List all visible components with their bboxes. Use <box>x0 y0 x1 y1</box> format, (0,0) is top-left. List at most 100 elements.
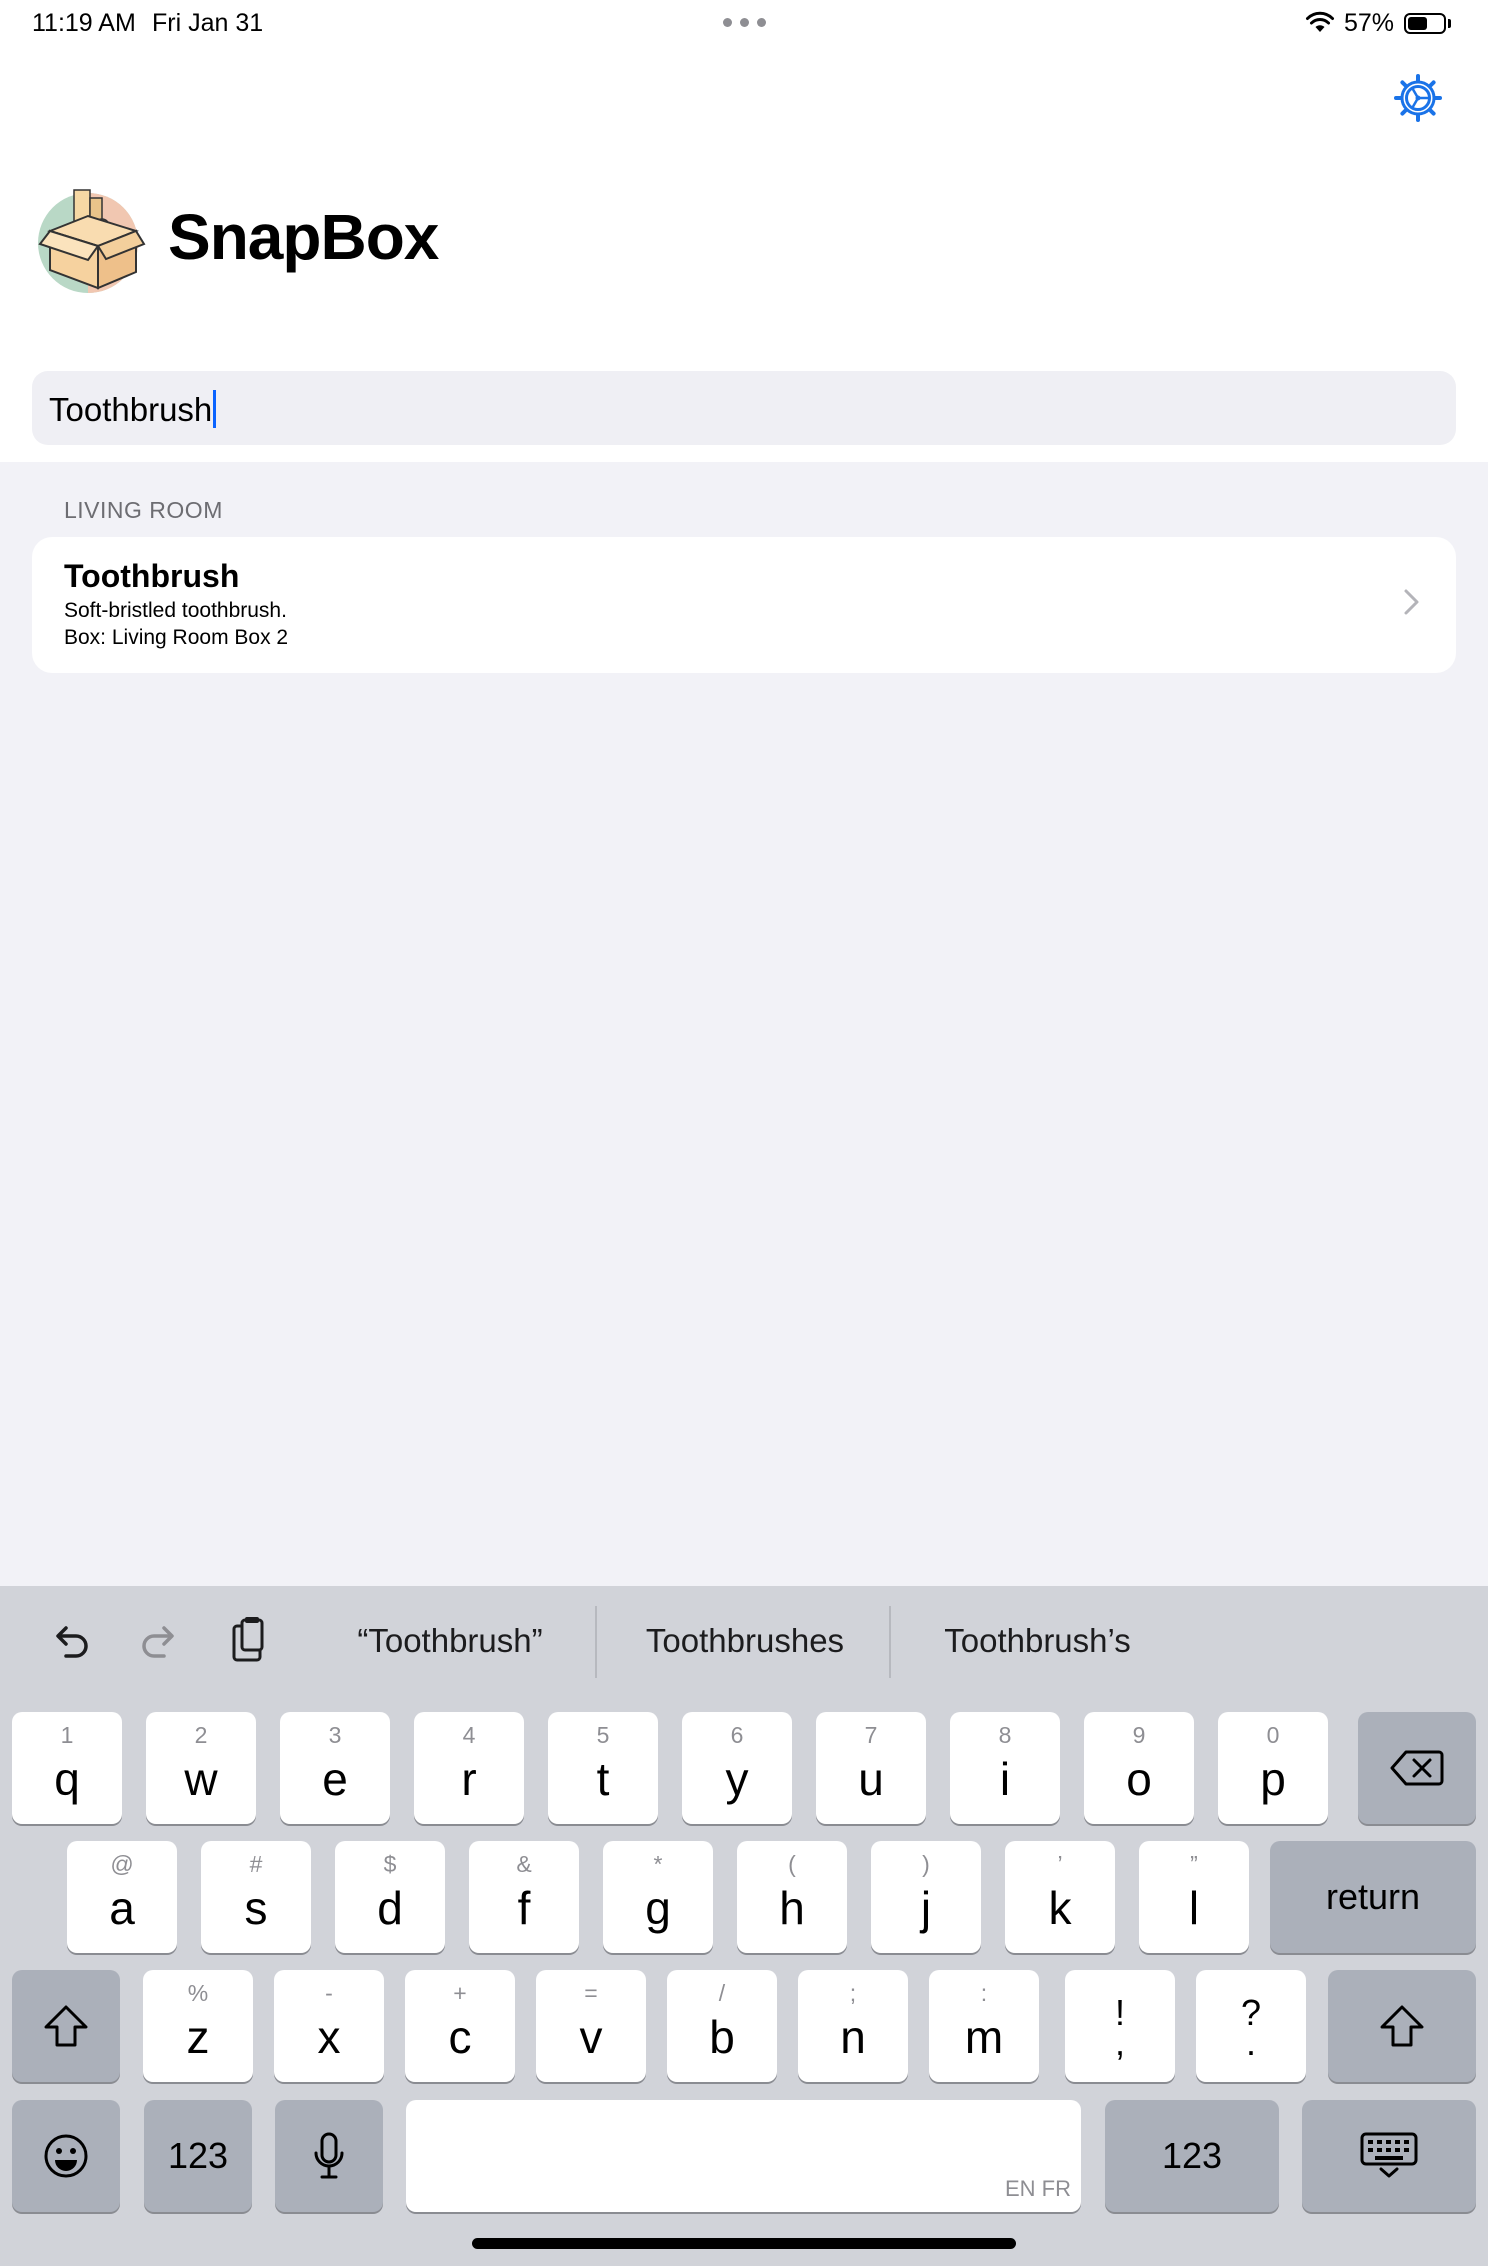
key-exclaim-comma[interactable]: ! , <box>1065 1970 1175 2082</box>
key-p[interactable]: 0p <box>1218 1712 1328 1824</box>
key-e[interactable]: 3e <box>280 1712 390 1824</box>
suggestion-2[interactable]: Toothbrushes <box>620 1622 870 1660</box>
space-key[interactable]: EN FR <box>406 2100 1081 2212</box>
key-hint: 3 <box>328 1722 342 1748</box>
key-x[interactable]: -x <box>274 1970 384 2082</box>
wifi-icon <box>1306 11 1334 32</box>
key-bottom-char: , <box>1114 2022 1125 2063</box>
key-hint: 0 <box>1266 1722 1280 1748</box>
key-s[interactable]: # s <box>201 1841 311 1953</box>
suggestion-divider <box>595 1606 597 1678</box>
key-letter: p <box>1260 1753 1286 1805</box>
key-hint: 8 <box>998 1722 1012 1748</box>
key-letter: b <box>709 2011 735 2063</box>
home-indicator[interactable] <box>472 2238 1016 2249</box>
microphone-icon <box>314 2132 344 2179</box>
key-hint: ) <box>922 1851 930 1877</box>
item-box: Box: Living Room Box 2 <box>64 626 289 649</box>
key-hint: * <box>653 1851 663 1877</box>
key-j[interactable]: ) j <box>871 1841 981 1953</box>
key-b[interactable]: / b <box>667 1970 777 2082</box>
key-hint: 1 <box>60 1722 74 1748</box>
key-w[interactable]: 2w <box>146 1712 256 1824</box>
gear-icon[interactable] <box>1393 73 1443 123</box>
key-g[interactable]: * g <box>603 1841 713 1953</box>
key-letter: s <box>244 1882 268 1934</box>
key-bottom-char: . <box>1245 2022 1256 2063</box>
key-hint: ( <box>788 1851 796 1877</box>
key-i[interactable]: 8i <box>950 1712 1060 1824</box>
key-letter: q <box>54 1753 80 1805</box>
list-item[interactable]: Toothbrush Soft-bristled toothbrush. Box… <box>32 537 1456 673</box>
key-hint: 2 <box>194 1722 208 1748</box>
numbers-label: 123 <box>1161 2135 1223 2176</box>
emoji-icon <box>44 2134 88 2178</box>
key-letter: c <box>448 2011 472 2063</box>
undo-icon[interactable] <box>46 1614 94 1670</box>
key-r[interactable]: 4r <box>414 1712 524 1824</box>
key-n[interactable]: ; n <box>798 1970 908 2082</box>
key-letter: z <box>186 2011 210 2063</box>
return-key[interactable]: return <box>1270 1841 1476 1953</box>
paste-icon[interactable] <box>224 1614 272 1670</box>
status-time: 11:19 AM <box>32 9 136 37</box>
key-letter: i <box>999 1753 1011 1805</box>
key-hint: 6 <box>730 1722 744 1748</box>
key-hint: ; <box>849 1980 857 2006</box>
key-letter: g <box>645 1882 671 1934</box>
space-language: EN FR <box>1005 2176 1071 2201</box>
key-k[interactable]: ’ k <box>1005 1841 1115 1953</box>
key-letter: j <box>920 1882 932 1934</box>
numbers-key-right[interactable]: 123 <box>1105 2100 1279 2212</box>
key-o[interactable]: 9o <box>1084 1712 1194 1824</box>
suggestion-3[interactable]: Toothbrush’s <box>915 1622 1160 1660</box>
numbers-key-left[interactable]: 123 <box>144 2100 252 2212</box>
emoji-key[interactable] <box>12 2100 120 2212</box>
app-title: SnapBox <box>168 201 439 273</box>
shift-key-right[interactable] <box>1328 1970 1476 2082</box>
key-c[interactable]: + c <box>405 1970 515 2082</box>
key-hint: ’ <box>1057 1851 1063 1877</box>
key-a[interactable]: @ a <box>67 1841 177 1953</box>
section-header: LIVING ROOM <box>64 497 223 523</box>
key-h[interactable]: (h <box>737 1841 847 1953</box>
key-hint: + <box>453 1980 467 2006</box>
key-t[interactable]: 5t <box>548 1712 658 1824</box>
key-q[interactable]: 1q <box>12 1712 122 1824</box>
key-letter: e <box>322 1753 348 1805</box>
item-title: Toothbrush <box>64 558 240 594</box>
key-m[interactable]: :m <box>929 1970 1039 2082</box>
key-l[interactable]: ” l <box>1139 1841 1249 1953</box>
redo-icon[interactable] <box>136 1614 184 1670</box>
key-question-period[interactable]: ? . <box>1196 1970 1306 2082</box>
dictation-key[interactable] <box>275 2100 383 2212</box>
status-bar: 11:19 AM Fri Jan 31 57% <box>0 0 1488 50</box>
key-letter: a <box>109 1882 135 1934</box>
multitasking-dots-icon[interactable] <box>723 18 767 28</box>
dismiss-keyboard-key[interactable] <box>1302 2100 1476 2212</box>
key-letter: n <box>840 2011 866 2063</box>
suggestion-bar: “Toothbrush” Toothbrushes Toothbrush’s <box>0 1586 1488 1698</box>
key-z[interactable]: % z <box>143 1970 253 2082</box>
key-letter: u <box>858 1753 884 1805</box>
key-v[interactable]: = v <box>536 1970 646 2082</box>
text-caret <box>213 390 217 428</box>
key-d[interactable]: $ d <box>335 1841 445 1953</box>
key-letter: v <box>579 2011 603 2063</box>
item-description: Soft-bristled toothbrush. <box>64 599 287 622</box>
suggestion-1[interactable]: “Toothbrush” <box>330 1622 570 1660</box>
key-y[interactable]: 6y <box>682 1712 792 1824</box>
status-date: Fri Jan 31 <box>152 9 264 37</box>
search-input[interactable]: Toothbrush <box>32 371 1456 445</box>
key-f[interactable]: & f <box>469 1841 579 1953</box>
return-label: return <box>1325 1876 1421 1917</box>
key-letter: r <box>461 1753 477 1805</box>
key-u[interactable]: 7u <box>816 1712 926 1824</box>
key-hint: = <box>584 1980 598 2006</box>
delete-key[interactable] <box>1358 1712 1476 1824</box>
keyboard: “Toothbrush” Toothbrushes Toothbrush’s 1… <box>0 1586 1488 2266</box>
shift-key-left[interactable] <box>12 1970 120 2082</box>
key-letter: o <box>1126 1753 1152 1805</box>
key-hint: # <box>249 1851 263 1877</box>
key-hint: - <box>325 1980 333 2006</box>
